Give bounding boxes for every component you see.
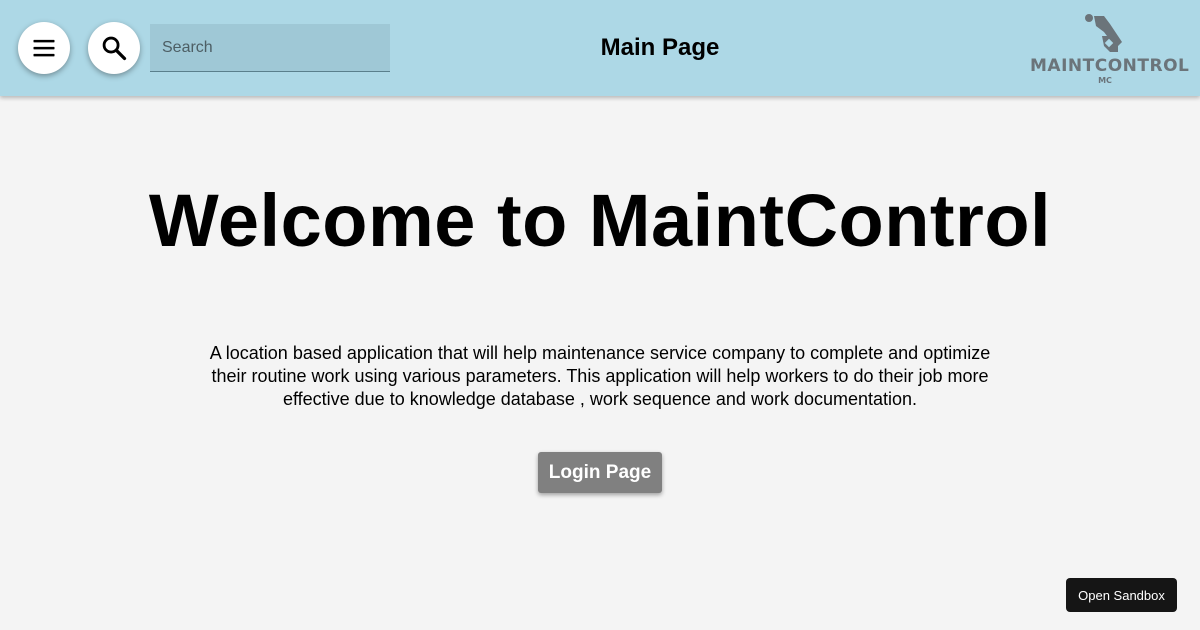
hamburger-menu-icon <box>33 39 55 57</box>
page: Main Page MAINTCONTROL MC Welcome to Mai… <box>0 0 1200 630</box>
page-title: Main Page <box>600 34 720 61</box>
logo-name: MAINTCONTROL <box>1030 56 1190 76</box>
app-header: Main Page MAINTCONTROL MC <box>0 0 1200 96</box>
open-sandbox-button[interactable]: Open Sandbox <box>1066 578 1177 612</box>
search-input[interactable] <box>150 24 390 72</box>
logo-abbreviation: MC <box>1098 76 1112 85</box>
search-button[interactable] <box>88 22 140 74</box>
maintcontrol-logo[interactable]: MAINTCONTROL MC <box>1030 10 1190 88</box>
welcome-heading: Welcome to MaintControl <box>148 179 1052 262</box>
login-page-button[interactable]: Login Page <box>538 452 662 493</box>
wrench-tool-icon <box>1085 14 1122 52</box>
magnifier-search-icon <box>102 36 127 61</box>
menu-button[interactable] <box>18 22 70 74</box>
app-description: A location based application that will h… <box>209 343 991 409</box>
